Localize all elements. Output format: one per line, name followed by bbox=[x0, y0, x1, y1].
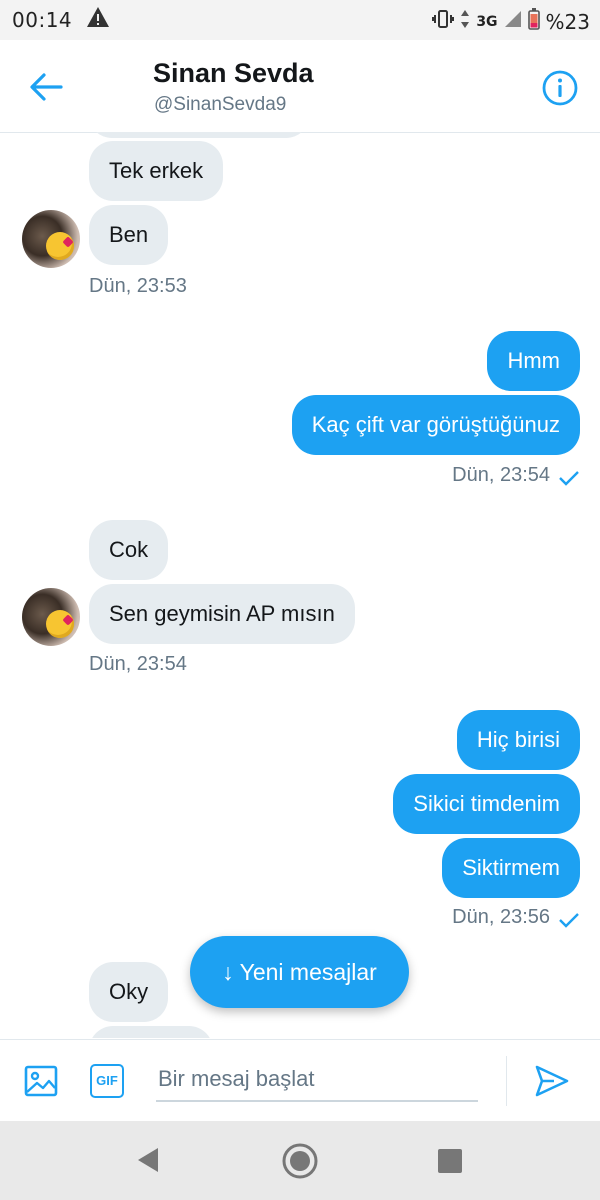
message-bubble-partial bbox=[88, 132, 310, 138]
incoming-message[interactable]: Sen geymisin AP mısın bbox=[89, 584, 355, 644]
arrow-left-icon bbox=[30, 73, 63, 101]
add-photo-button[interactable] bbox=[24, 1064, 58, 1098]
system-nav-bar bbox=[0, 1121, 600, 1200]
nav-back-icon[interactable] bbox=[134, 1146, 162, 1174]
conversation-header: Sinan Sevda @SinanSevda9 bbox=[0, 40, 600, 133]
outgoing-message[interactable]: Hiç birisi bbox=[456, 710, 580, 770]
contact-handle: @SinanSevda9 bbox=[154, 94, 287, 115]
nav-recents-icon[interactable] bbox=[437, 1148, 463, 1174]
signal-icon bbox=[504, 10, 522, 33]
image-icon bbox=[24, 1065, 58, 1097]
message-timestamp: Dün, 23:53 bbox=[89, 275, 187, 297]
battery-percent: %23 bbox=[545, 9, 590, 34]
nav-home-icon[interactable] bbox=[281, 1142, 319, 1180]
outgoing-message[interactable]: Hmm bbox=[487, 331, 580, 391]
info-icon bbox=[542, 70, 578, 106]
new-messages-button[interactable]: ↓ Yeni mesajlar bbox=[190, 936, 409, 1008]
contact-avatar[interactable] bbox=[22, 588, 80, 646]
message-timestamp: Dün, 23:54 bbox=[452, 464, 550, 486]
send-button[interactable] bbox=[534, 1064, 570, 1098]
network-type: 3G bbox=[476, 13, 498, 30]
message-input[interactable] bbox=[156, 1058, 478, 1102]
outgoing-message[interactable]: Sikici timdenim bbox=[393, 774, 580, 834]
incoming-message[interactable]: Oky bbox=[89, 962, 169, 1022]
contact-name[interactable]: Sinan Sevda bbox=[153, 58, 314, 89]
incoming-message[interactable]: Cok bbox=[89, 520, 169, 580]
vibrate-icon bbox=[432, 9, 455, 34]
message-timestamp: Dün, 23:56 bbox=[452, 906, 550, 928]
incoming-message[interactable]: Ben bbox=[89, 205, 169, 265]
checkmark-icon bbox=[559, 471, 579, 486]
composer-divider bbox=[506, 1056, 507, 1106]
checkmark-icon bbox=[559, 913, 579, 928]
status-bar: 00:14 3G %23 bbox=[0, 0, 600, 40]
gif-button[interactable]: GIF bbox=[90, 1064, 124, 1098]
back-button[interactable] bbox=[28, 70, 64, 104]
message-composer: GIF bbox=[0, 1039, 600, 1122]
info-button[interactable] bbox=[542, 70, 578, 106]
message-list[interactable]: Tek erkek Ben Dün, 23:53 Hmm Kaç çift va… bbox=[0, 132, 600, 1038]
outgoing-message[interactable]: Kaç çift var görüştüğünuz bbox=[291, 395, 580, 455]
message-bubble-partial bbox=[89, 1026, 213, 1038]
contact-avatar[interactable] bbox=[22, 210, 80, 268]
outgoing-message[interactable]: Siktirmem bbox=[442, 838, 580, 898]
send-icon bbox=[535, 1065, 569, 1097]
incoming-message[interactable]: Tek erkek bbox=[89, 141, 224, 201]
battery-icon bbox=[527, 8, 540, 35]
status-time: 00:14 bbox=[12, 8, 73, 32]
message-timestamp: Dün, 23:54 bbox=[89, 653, 187, 675]
warning-icon bbox=[86, 6, 110, 33]
data-arrows-icon bbox=[460, 9, 470, 34]
